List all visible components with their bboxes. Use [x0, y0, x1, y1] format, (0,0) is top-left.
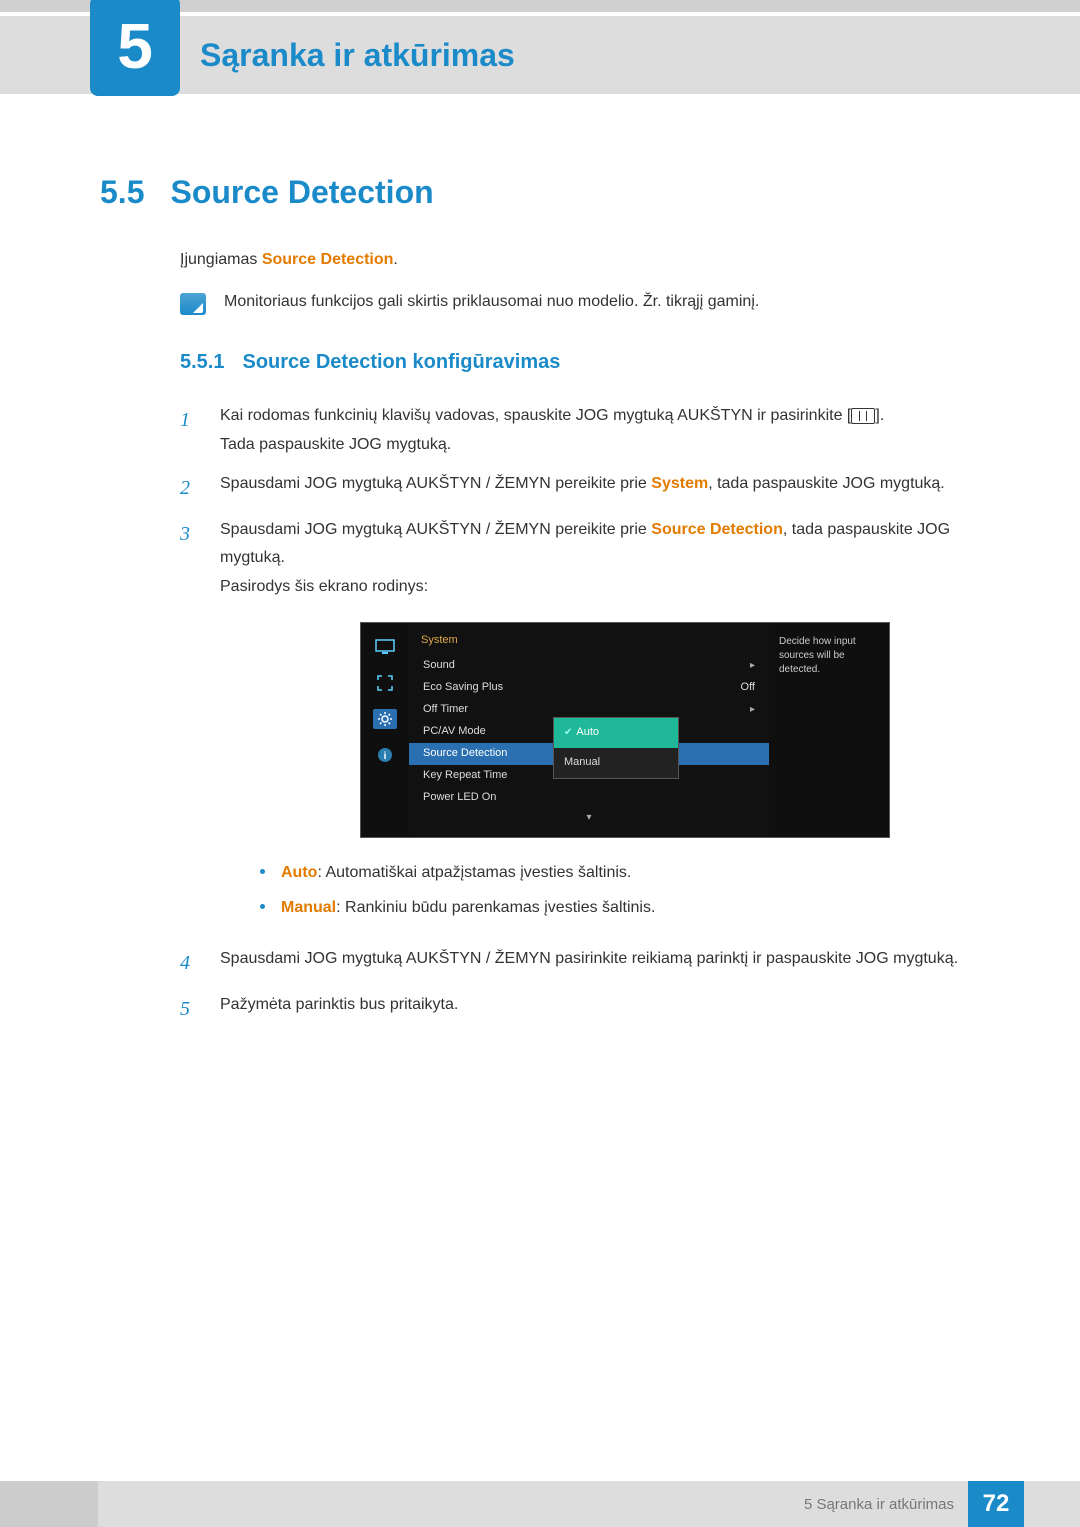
step-number: 2	[180, 470, 198, 506]
osd-label: Eco Saving Plus	[423, 678, 503, 698]
osd-label: Key Repeat Time	[423, 766, 507, 786]
osd-option-label: Manual	[564, 756, 600, 768]
svg-text:i: i	[384, 751, 387, 762]
osd-option-manual: Manual	[554, 748, 678, 778]
footer-accent	[0, 1481, 98, 1527]
bullet-highlight: Manual	[281, 899, 336, 916]
osd-screenshot: i System Sound ▸ Eco Saving Plus Off	[360, 622, 980, 838]
osd-label: PC/AV Mode	[423, 722, 486, 742]
osd-label: Sound	[423, 656, 455, 676]
section-title: Source Detection	[170, 174, 433, 211]
step2-b: , tada paspauskite JOG mygtuką.	[708, 475, 945, 492]
bullet-dot-icon	[260, 904, 265, 909]
step-5: 5 Pažymėta parinktis bus pritaikyta.	[180, 991, 980, 1027]
bullet-manual: Manual: Rankiniu būdu parenkamas įvestie…	[260, 895, 980, 921]
note-row: Monitoriaus funkcijos gali skirtis prikl…	[180, 293, 980, 315]
chevron-right-icon: ▸	[750, 657, 755, 675]
steps-list: 1 Kai rodomas funkcinių klavišų vadovas,…	[180, 402, 980, 1027]
option-bullets: Auto: Automatiškai atpažįstamas įvesties…	[260, 860, 980, 921]
step-3: 3 Spausdami JOG mygtuką AUKŠTYN / ŽEMYN …	[180, 516, 980, 935]
osd-sidebar: i	[361, 623, 409, 837]
chevron-right-icon: ▸	[750, 701, 755, 719]
step3-c: Pasirodys šis ekrano rodinys:	[220, 573, 980, 602]
osd-dropdown: ✔ Auto Manual	[553, 717, 679, 779]
osd-description: Decide how input sources will be detecte…	[769, 623, 889, 837]
step-2: 2 Spausdami JOG mygtuką AUKŠTYN / ŽEMYN …	[180, 470, 980, 506]
subsection-number: 5.5.1	[180, 351, 224, 374]
step1-text-a: Kai rodomas funkcinių klavišų vadovas, s…	[220, 407, 851, 424]
osd-item-eco: Eco Saving Plus Off	[409, 677, 769, 699]
osd-main: System Sound ▸ Eco Saving Plus Off Off T…	[409, 623, 769, 837]
step-body: Kai rodomas funkcinių klavišų vadovas, s…	[220, 402, 980, 460]
osd-label: Off Timer	[423, 700, 468, 720]
intro-suffix: .	[393, 251, 397, 268]
step1-text-b: ].	[875, 407, 884, 424]
osd-label: Power LED On	[423, 788, 496, 808]
step2-highlight: System	[651, 475, 708, 492]
page-number: 72	[968, 1481, 1024, 1527]
footer-edge	[1024, 1481, 1080, 1527]
chapter-header: 5 Sąranka ir atkūrimas	[0, 16, 1080, 94]
step2-a: Spausdami JOG mygtuką AUKŠTYN / ŽEMYN pe…	[220, 475, 651, 492]
osd-option-label: Auto	[576, 726, 599, 738]
step-number: 5	[180, 991, 198, 1027]
chapter-number-badge: 5	[90, 0, 180, 96]
note-icon	[180, 293, 206, 315]
step-body: Spausdami JOG mygtuką AUKŠTYN / ŽEMYN pe…	[220, 470, 980, 506]
menu-icon	[851, 408, 875, 424]
step3-highlight: Source Detection	[651, 521, 783, 538]
monitor-icon	[373, 637, 397, 657]
step-number: 3	[180, 516, 198, 935]
note-text: Monitoriaus funkcijos gali skirtis prikl…	[224, 293, 759, 311]
page-footer: 5 Sąranka ir atkūrimas 72	[0, 1481, 1080, 1527]
bullet-auto: Auto: Automatiškai atpažįstamas įvesties…	[260, 860, 980, 886]
osd-item-sound: Sound ▸	[409, 655, 769, 677]
chevron-down-icon: ▾	[409, 809, 769, 827]
step-4: 4 Spausdami JOG mygtuką AUKŠTYN / ŽEMYN …	[180, 945, 980, 981]
bullet-dot-icon	[260, 869, 265, 874]
step-body: Spausdami JOG mygtuką AUKŠTYN / ŽEMYN pe…	[220, 516, 980, 935]
footer-text: 5 Sąranka ir atkūrimas	[98, 1481, 968, 1527]
page-content: 5.5 Source Detection Įjungiamas Source D…	[0, 94, 1080, 1027]
subsection-heading: 5.5.1 Source Detection konfigūravimas	[180, 351, 980, 374]
resize-icon	[373, 673, 397, 693]
step-number: 1	[180, 402, 198, 460]
chapter-title: Sąranka ir atkūrimas	[200, 37, 515, 74]
gear-icon	[373, 709, 397, 729]
section-number: 5.5	[100, 174, 144, 211]
step-body: Spausdami JOG mygtuką AUKŠTYN / ŽEMYN pa…	[220, 945, 980, 981]
intro-highlight: Source Detection	[262, 251, 394, 268]
step3-a: Spausdami JOG mygtuką AUKŠTYN / ŽEMYN pe…	[220, 521, 651, 538]
osd-value: Off	[741, 678, 755, 698]
intro-line: Įjungiamas Source Detection.	[180, 251, 980, 269]
bullet-text: : Automatiškai atpažįstamas įvesties šal…	[317, 864, 631, 881]
bullet-text: : Rankiniu būdu parenkamas įvesties šalt…	[336, 899, 655, 916]
section-heading: 5.5 Source Detection	[100, 174, 980, 211]
step-number: 4	[180, 945, 198, 981]
step1-line2: Tada paspauskite JOG mygtuką.	[220, 431, 980, 460]
subsection-title: Source Detection konfigūravimas	[242, 351, 560, 374]
intro-prefix: Įjungiamas	[180, 251, 262, 268]
osd-option-auto: ✔ Auto	[554, 718, 678, 748]
step-1: 1 Kai rodomas funkcinių klavišų vadovas,…	[180, 402, 980, 460]
osd-label: Source Detection	[423, 744, 507, 764]
bullet-highlight: Auto	[281, 864, 317, 881]
osd-item-powerled: Power LED On	[409, 787, 769, 809]
step-body: Pažymėta parinktis bus pritaikyta.	[220, 991, 980, 1027]
osd-panel: i System Sound ▸ Eco Saving Plus Off	[360, 622, 890, 838]
osd-menu-title: System	[409, 623, 769, 655]
info-icon: i	[373, 745, 397, 765]
check-icon: ✔	[564, 727, 572, 738]
